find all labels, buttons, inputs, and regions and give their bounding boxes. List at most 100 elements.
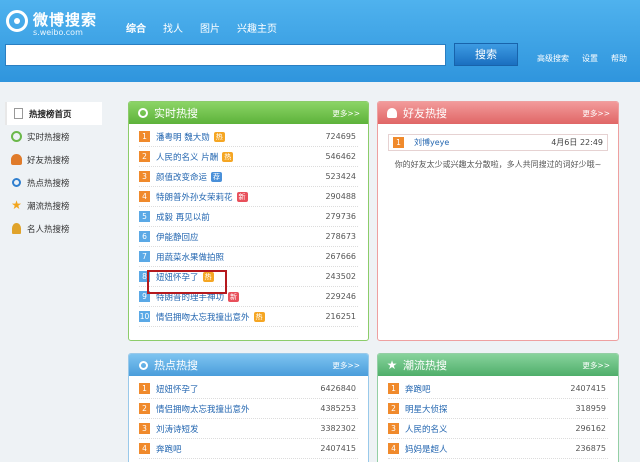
list-item[interactable]: 10 情侣拥吻太忘我撞出意外热 216251 <box>139 307 358 327</box>
more-link[interactable]: 更多>> <box>332 108 360 119</box>
nav-interest-page[interactable]: 兴趣主页 <box>237 20 277 35</box>
keyword-link[interactable]: 人民的名义 片酬 <box>156 151 218 163</box>
search-count: 318959 <box>575 404 606 413</box>
header-links: 高级搜索 设置 帮助 <box>537 53 640 64</box>
friends-icon <box>11 154 22 165</box>
keyword-link[interactable]: 刘涛诗短发 <box>156 423 199 435</box>
status-badge: 热 <box>253 311 265 322</box>
sidebar-item-hotspot[interactable]: 热点热搜榜 <box>5 171 102 194</box>
list-item[interactable]: 4 奔跑吧 2407415 <box>139 439 358 459</box>
sidebar-item-label: 名人热搜榜 <box>27 224 70 235</box>
search-count: 4385253 <box>320 404 356 413</box>
keyword-link[interactable]: 明星大侦探 <box>405 403 448 415</box>
list-item[interactable]: 5 成毅 再见以前 279736 <box>139 207 358 227</box>
sidebar-item-friends[interactable]: 好友热搜榜 <box>5 148 102 171</box>
list-item[interactable]: 1 妞妞怀孕了 6426840 <box>139 379 358 399</box>
help-link[interactable]: 帮助 <box>611 53 627 64</box>
settings-link[interactable]: 设置 <box>582 53 598 64</box>
sidebar-item-realtime[interactable]: 实时热搜榜 <box>5 125 102 148</box>
sidebar-item-label: 实时热搜榜 <box>27 132 70 143</box>
keyword-link[interactable]: 妈妈是超人 <box>405 443 448 455</box>
advanced-search-link[interactable]: 高级搜索 <box>537 53 569 64</box>
sidebar-item-trend[interactable]: ★ 潮流热搜榜 <box>5 194 102 217</box>
friend-search-item[interactable]: 1 刘博yeye 4月6日 22:49 <box>388 134 608 151</box>
list-item[interactable]: 2 明星大侦探 318959 <box>388 399 608 419</box>
list-item[interactable]: 4 妈妈是超人 236875 <box>388 439 608 459</box>
list-item[interactable]: 2 人民的名义 片酬热 546462 <box>139 147 358 167</box>
search-count: 290488 <box>325 192 356 201</box>
friends-icon <box>386 107 398 119</box>
list-item[interactable]: 7 用蔬菜水果做拍照 267666 <box>139 247 358 267</box>
realtime-panel: 实时热搜 更多>> 1 潘粤明 魏大勋热 724695 2 人民的名义 片酬热 54646… <box>128 101 369 341</box>
rank-badge: 2 <box>388 403 399 414</box>
panel-title: 好友热搜 <box>403 107 447 120</box>
list-item[interactable]: 2 情侣拥吻太忘我撞出意外 4385253 <box>139 399 358 419</box>
nav-images[interactable]: 图片 <box>200 20 220 35</box>
header: 微博搜索 s.weibo.com 综合 找人 图片 兴趣主页 搜索 高级搜索 设… <box>0 0 640 82</box>
friends-panel-header: 好友热搜 更多>> <box>378 102 618 124</box>
friend-date: 4月6日 22:49 <box>551 138 603 147</box>
search-icon <box>11 177 22 188</box>
status-badge: 热 <box>213 131 225 142</box>
keyword-link[interactable]: 伊能静回应 <box>156 231 199 243</box>
more-link[interactable]: 更多>> <box>582 108 610 119</box>
panel-title: 热点热搜 <box>154 359 198 372</box>
clock-icon <box>137 107 149 119</box>
keyword-link[interactable]: 潘粤明 魏大勋 <box>156 131 210 143</box>
list-item[interactable]: 3 刘涛诗短发 3382302 <box>139 419 358 439</box>
keyword-link[interactable]: 情侣拥吻太忘我撞出意外 <box>156 311 250 323</box>
keyword-link[interactable]: 颜值改变命运 <box>156 171 207 183</box>
keyword-link[interactable]: 人民的名义 <box>405 423 448 435</box>
keyword-link[interactable]: 奔跑吧 <box>405 383 431 395</box>
rank-badge: 6 <box>139 231 150 242</box>
sidebar-item-label: 热点热搜榜 <box>27 178 70 189</box>
rank-badge: 2 <box>139 151 150 162</box>
search-count: 236875 <box>575 444 606 453</box>
more-link[interactable]: 更多>> <box>582 360 610 371</box>
sidebar-item-label: 潮流热搜榜 <box>27 201 70 212</box>
rank-badge: 10 <box>139 311 150 322</box>
search-count: 296162 <box>575 424 606 433</box>
friends-panel: 好友热搜 更多>> 1 刘博yeye 4月6日 22:49 你的好友太少或兴趣太… <box>377 101 619 341</box>
status-badge: 荐 <box>211 171 223 182</box>
rank-badge: 4 <box>139 443 150 454</box>
list-item[interactable]: 1 潘粤明 魏大勋热 724695 <box>139 127 358 147</box>
nav-comprehensive[interactable]: 综合 <box>126 20 146 35</box>
search-count: 523424 <box>325 172 356 181</box>
status-badge: 热 <box>222 151 234 162</box>
keyword-link[interactable]: 妞妞怀孕了 <box>156 383 199 395</box>
person-icon <box>11 223 22 234</box>
rank-badge: 3 <box>139 171 150 182</box>
keyword-link[interactable]: 情侣拥吻太忘我撞出意外 <box>156 403 250 415</box>
search-count: 3382302 <box>320 424 356 433</box>
list-item[interactable]: 6 伊能静回应 278673 <box>139 227 358 247</box>
search-icon <box>137 359 149 371</box>
friend-name[interactable]: 刘博yeye <box>414 137 449 148</box>
list-item[interactable]: 3 人民的名义 296162 <box>388 419 608 439</box>
hotspot-panel: 热点热搜 更多>> 1 妞妞怀孕了 6426840 2 情侣拥吻太忘我撞出意外 43852… <box>128 353 369 462</box>
rank-badge: 3 <box>388 423 399 434</box>
star-icon: ★ <box>386 358 398 372</box>
keyword-link[interactable]: 特朗普外孙女荣莉花 <box>156 191 233 203</box>
sidebar-item-home[interactable]: 热搜榜首页 <box>5 102 102 125</box>
list-item[interactable]: 1 奔跑吧 2407415 <box>388 379 608 399</box>
search-input[interactable] <box>5 44 446 66</box>
more-link[interactable]: 更多>> <box>332 360 360 371</box>
keyword-link[interactable]: 奔跑吧 <box>156 443 182 455</box>
search-count: 278673 <box>325 232 356 241</box>
search-button[interactable]: 搜索 <box>454 43 518 66</box>
nav-find-people[interactable]: 找人 <box>163 20 183 35</box>
rank-badge: 1 <box>139 383 150 394</box>
trend-panel-header: ★ 潮流热搜 更多>> <box>378 354 618 376</box>
list-item[interactable]: 4 特朗普外孙女荣莉花新 290488 <box>139 187 358 207</box>
friends-empty-message: 你的好友太少或兴趣太分散啦，多人共同搜过的词好少哦~ <box>394 160 602 169</box>
search-count: 2407415 <box>320 444 356 453</box>
rank-badge: 1 <box>388 383 399 394</box>
keyword-link[interactable]: 用蔬菜水果做拍照 <box>156 251 224 263</box>
rank-badge: 3 <box>139 423 150 434</box>
rank-badge: 1 <box>393 137 404 148</box>
list-item[interactable]: 3 颜值改变命运荐 523424 <box>139 167 358 187</box>
weibo-search-logo[interactable]: 微博搜索 s.weibo.com <box>6 8 116 38</box>
sidebar-item-celebrity[interactable]: 名人热搜榜 <box>5 217 102 240</box>
keyword-link[interactable]: 成毅 再见以前 <box>156 211 210 223</box>
